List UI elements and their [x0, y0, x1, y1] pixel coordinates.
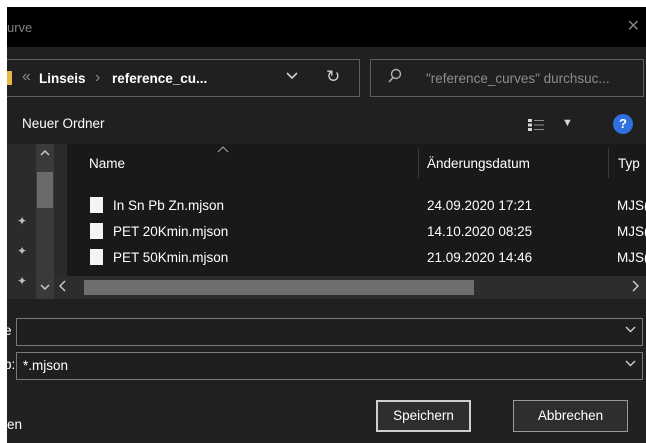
file-type: MJS( [617, 224, 646, 239]
file-icon [90, 249, 103, 265]
refresh-icon[interactable]: ↻ [326, 67, 340, 87]
navigation-row: « Linseis › reference_cu... ↻ "reference… [7, 56, 646, 102]
save-button[interactable]: Speichern [376, 400, 471, 432]
scroll-down-icon[interactable] [40, 282, 50, 293]
new-folder-button[interactable]: Neuer Ordner [22, 116, 105, 131]
file-date: 14.10.2020 08:25 [427, 224, 533, 239]
file-icon [90, 223, 103, 239]
file-list: Name Änderungsdatum Typ In Sn Pb Zn.mjso… [67, 144, 646, 276]
breadcrumb-reference-curves[interactable]: reference_cu... [112, 71, 207, 86]
file-date: 24.09.2020 17:21 [427, 198, 533, 213]
pin-icon: ✦ [17, 214, 28, 228]
save-options-panel: e p: *.mjson en Speichern Abbrechen [7, 299, 646, 443]
file-date: 21.09.2020 14:46 [427, 250, 533, 265]
filename-label: e [7, 323, 12, 338]
search-icon [388, 68, 402, 88]
filetype-select[interactable]: *.mjson [16, 352, 643, 380]
column-divider[interactable] [608, 148, 609, 178]
hide-folders-toggle[interactable]: en [7, 417, 22, 432]
address-bar[interactable]: « Linseis › reference_cu... ↻ [7, 59, 360, 97]
search-box[interactable]: "reference_curves" durchsuc... [370, 59, 644, 97]
breadcrumb-overflow-icon[interactable]: « [22, 68, 31, 86]
scroll-left-icon[interactable] [59, 280, 66, 295]
file-list-horizontal-scrollbar[interactable] [54, 276, 646, 299]
scroll-right-icon[interactable] [632, 280, 639, 295]
file-icon [90, 197, 103, 213]
navigation-pane-scrollbar[interactable] [36, 144, 54, 299]
breadcrumb-linseis[interactable]: Linseis [39, 71, 86, 86]
help-icon[interactable]: ? [613, 114, 633, 134]
column-header-name[interactable]: Name [89, 156, 125, 171]
file-name: In Sn Pb Zn.mjson [113, 198, 225, 213]
file-name: PET 50Kmin.mjson [113, 250, 229, 265]
window-title: urve [7, 20, 33, 35]
title-bar: urve ✕ [7, 7, 646, 47]
column-header-type[interactable]: Typ [618, 156, 640, 171]
command-bar: Neuer Ordner ▼ ? [7, 107, 646, 141]
scroll-up-icon[interactable] [40, 148, 50, 159]
column-divider[interactable] [418, 148, 419, 178]
filetype-dropdown-icon[interactable] [625, 358, 636, 370]
save-dialog: urve ✕ « Linseis › reference_cu... ↻ "re… [7, 7, 646, 443]
filetype-value: *.mjson [23, 358, 69, 373]
file-row[interactable]: PET 50Kmin.mjson 21.09.2020 14:46 MJS( [67, 248, 646, 270]
view-dropdown-icon[interactable]: ▼ [562, 117, 573, 129]
filename-input[interactable] [16, 318, 643, 346]
file-type: MJS( [617, 250, 646, 265]
folder-icon [7, 71, 12, 85]
pin-icon: ✦ [17, 274, 28, 288]
filetype-label: p: [7, 357, 16, 372]
file-name: PET 20Kmin.mjson [113, 224, 229, 239]
sort-ascending-icon [217, 144, 229, 156]
breadcrumb-separator-icon[interactable]: › [95, 69, 100, 87]
close-icon[interactable]: ✕ [627, 16, 640, 36]
column-header-date[interactable]: Änderungsdatum [427, 156, 530, 171]
file-type: MJS( [617, 198, 646, 213]
filename-dropdown-icon[interactable] [625, 324, 636, 336]
cancel-button[interactable]: Abbrechen [513, 400, 628, 432]
scroll-thumb[interactable] [84, 280, 474, 295]
pin-icon: ✦ [17, 244, 28, 258]
scroll-thumb[interactable] [37, 172, 53, 208]
file-row[interactable]: PET 20Kmin.mjson 14.10.2020 08:25 MJS( [67, 222, 646, 244]
file-row[interactable]: In Sn Pb Zn.mjson 24.09.2020 17:21 MJS( [67, 196, 646, 218]
address-dropdown-icon[interactable] [286, 69, 298, 83]
view-options-icon[interactable] [528, 118, 544, 131]
search-placeholder: "reference_curves" durchsuc... [426, 71, 610, 86]
